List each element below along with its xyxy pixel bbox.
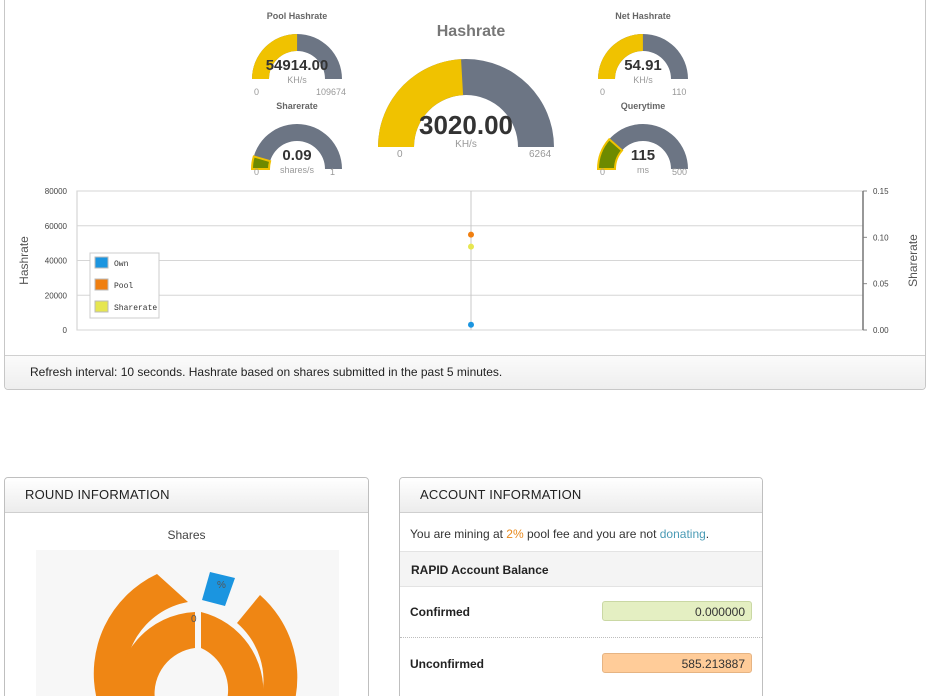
donating-link[interactable]: donating [660,527,706,541]
net-hashrate-gauge: Net Hashrate 54.91 KH/s 0 110 [588,5,698,97]
gauge-unit: KH/s [287,75,307,85]
balance-title: RAPID Account Balance [411,563,549,577]
confirmed-value: 0.000000 [602,601,752,621]
y2-axis-title: Sharerate [906,234,920,287]
y-axis-title: Hashrate [17,236,31,285]
sharerate-gauge: Sharerate 0.09 shares/s 0 1 [242,95,352,185]
unconfirmed-row: Unconfirmed 585.213887 [400,638,762,689]
unconfirmed-value: 585.213887 [602,653,752,673]
gauge-value: 54914.00 [265,57,329,74]
refresh-footer: Refresh interval: 10 seconds. Hashrate b… [5,355,925,389]
legend-swatch [94,300,109,313]
legend-label: Own [114,260,129,269]
y2-tick-label: 0.15 [873,187,889,196]
account-information-panel: ACCOUNT INFORMATION You are mining at 2%… [399,477,763,696]
mining-suffix: . [705,527,710,541]
mining-prefix: You are mining at [410,527,507,541]
pie-label-zero: 0 [191,614,197,625]
refresh-text: Refresh interval: 10 seconds. Hashrate b… [30,365,503,379]
shares-donut-chart: % 0 [36,550,339,696]
data-point [468,321,474,328]
gauge-unit: KH/s [633,75,653,85]
hashrate-gauge: Hashrate 3020.00 KH/s 0 6264 [371,15,571,175]
account-header-title: ACCOUNT INFORMATION [420,487,582,502]
gauge-value: 0.09 [282,147,312,164]
gauge-value: 54.91 [624,57,662,74]
round-header: ROUND INFORMATION [5,478,368,513]
gauge-min: 0 [397,149,403,160]
y-tick-label: 60000 [45,222,68,231]
account-header: ACCOUNT INFORMATION [400,478,762,513]
legend-label: Pool [114,282,133,291]
gauge-value: 3020.00 [419,110,513,140]
y-tick-label: 40000 [45,257,68,266]
round-header-title: ROUND INFORMATION [25,487,170,502]
mining-fee-text: You are mining at 2% pool fee and you ar… [410,527,709,541]
legend-label: Sharerate [114,304,157,313]
dashboard: Pool Hashrate 54914.00 KH/s 0 109674 Sha… [0,0,938,696]
data-point [468,243,474,250]
y-tick-label: 0 [63,326,68,335]
y2-tick-label: 0.10 [873,233,889,242]
unconfirmed-label: Unconfirmed [410,657,485,671]
data-point [468,231,474,238]
y-tick-label: 80000 [45,187,68,196]
gauge-max: 6264 [529,149,552,160]
pie-label-percent: % [217,580,226,591]
stats-panel: Pool Hashrate 54914.00 KH/s 0 109674 Sha… [4,0,926,390]
gauge-value: 115 [630,147,656,164]
legend-swatch [94,278,109,291]
pool-fee-value: 2% [506,527,524,541]
querytime-gauge: Querytime 115 ms 0 500 [588,95,698,185]
round-information-panel: ROUND INFORMATION Shares % 0 [4,477,369,696]
balance-subheader: RAPID Account Balance [400,551,762,587]
y-tick-label: 20000 [45,291,68,300]
mining-middle: pool fee and you are not [523,527,660,541]
hashrate-chart: 0 20000 40000 60000 80000 0.00 0.05 0.10 0.15 Has… [17,187,920,335]
pool-hashrate-gauge: Pool Hashrate 54914.00 KH/s 0 109674 [242,5,352,97]
legend-swatch [94,256,109,269]
y2-tick-label: 0.05 [873,280,889,289]
confirmed-label: Confirmed [410,605,470,619]
confirmed-row: Confirmed 0.000000 [400,586,762,638]
y2-tick-label: 0.00 [873,326,889,335]
shares-chart-title: Shares [167,528,206,542]
